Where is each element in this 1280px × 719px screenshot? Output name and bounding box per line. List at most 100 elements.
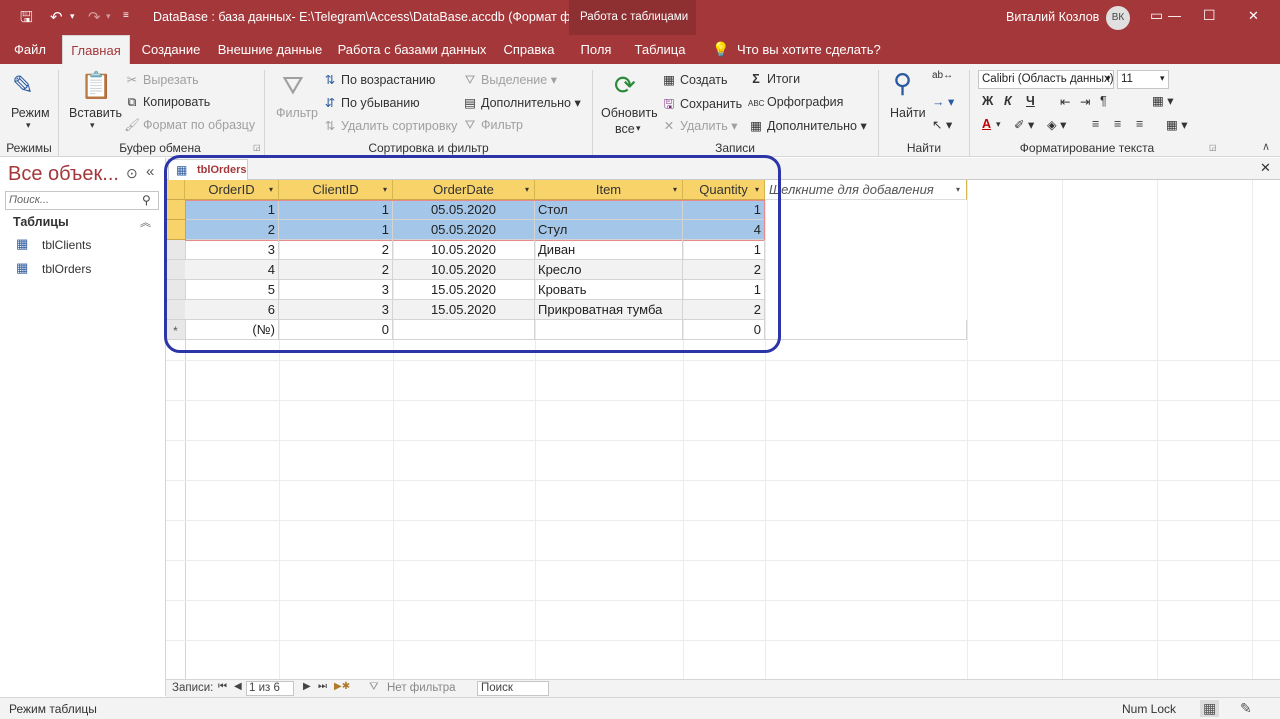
bold-button[interactable]: Ж bbox=[982, 94, 993, 108]
new-record-button[interactable]: ▦ Создать bbox=[661, 72, 727, 87]
new-record-nav-icon[interactable]: ▶✱ bbox=[334, 681, 350, 692]
align-left-icon[interactable]: ≡ bbox=[1092, 117, 1099, 131]
undo-icon[interactable]: ↶ bbox=[50, 0, 63, 35]
view-button[interactable]: Режим bbox=[11, 106, 50, 120]
search-icon[interactable]: ⚲ bbox=[142, 193, 151, 207]
close-button[interactable]: ✕ bbox=[1248, 8, 1259, 24]
tab-fields[interactable]: Поля bbox=[572, 35, 620, 64]
highlight-icon[interactable]: ✐ ▾ bbox=[1014, 117, 1034, 132]
table-cell[interactable] bbox=[765, 320, 967, 340]
record-position-input[interactable]: 1 из 6 bbox=[246, 681, 294, 696]
nav-pane-title[interactable]: Все объек... bbox=[8, 163, 119, 186]
ribbon-options-icon[interactable]: ▭ bbox=[1150, 7, 1163, 24]
tab-create[interactable]: Создание bbox=[136, 35, 206, 64]
save-icon[interactable]: 🖫 bbox=[20, 0, 33, 35]
format-painter-button: 🖌 Формат по образцу bbox=[124, 118, 255, 133]
format-painter-label: Формат по образцу bbox=[143, 118, 256, 132]
no-filter-button[interactable]: Нет фильтра bbox=[387, 682, 456, 694]
dialog-launcher-icon[interactable]: ◲ bbox=[1209, 143, 1217, 152]
add-column-header[interactable]: Щелкните для добавления ▾ bbox=[765, 180, 967, 200]
fill-color-icon[interactable]: ◈ ▾ bbox=[1047, 117, 1066, 132]
copy-label: Копировать bbox=[143, 95, 211, 109]
undo-dropdown-icon[interactable]: ▾ bbox=[70, 11, 75, 22]
save-record-button[interactable]: 🖫 Сохранить bbox=[661, 95, 742, 116]
nav-item-tblorders[interactable]: ▦ tblOrders bbox=[0, 258, 165, 280]
record-search-input[interactable]: Поиск bbox=[477, 681, 549, 696]
collapse-ribbon-icon[interactable]: ∧ bbox=[1262, 140, 1270, 153]
totals-button[interactable]: Σ Итоги bbox=[748, 72, 800, 86]
font-color-icon[interactable]: A bbox=[982, 117, 991, 131]
minimize-button[interactable]: — bbox=[1168, 8, 1181, 23]
datasheet-view-icon[interactable]: ✎ bbox=[12, 70, 34, 101]
tab-external-data[interactable]: Внешние данные bbox=[214, 35, 326, 64]
close-document-icon[interactable]: ✕ bbox=[1260, 160, 1271, 176]
lightbulb-icon: 💡 bbox=[712, 41, 730, 57]
customize-qat-icon[interactable]: ≡ bbox=[123, 10, 129, 21]
tab-table[interactable]: Таблица bbox=[628, 35, 692, 64]
spelling-button[interactable]: ABC Орфография bbox=[748, 95, 843, 109]
first-record-icon[interactable]: ⏮ bbox=[218, 681, 227, 692]
goto-icon[interactable]: → ▾ bbox=[932, 94, 954, 109]
advanced-filter-button[interactable]: ▤ Дополнительно ▾ bbox=[462, 95, 581, 110]
selection-label: Выделение bbox=[481, 73, 548, 87]
select-icon[interactable]: ↖ ▾ bbox=[932, 117, 952, 132]
refresh-dropdown-icon[interactable]: ▾ bbox=[636, 123, 641, 134]
sort-ascending-button[interactable]: ⇅ По возрастанию bbox=[322, 72, 436, 87]
more-records-button[interactable]: ▦ Дополнительно ▾ bbox=[748, 118, 867, 133]
paste-button[interactable]: Вставить bbox=[69, 106, 122, 120]
design-view-icon[interactable]: ✎ bbox=[1240, 700, 1252, 717]
nav-menu-icon[interactable]: ⊙ bbox=[126, 165, 138, 182]
tab-database-tools[interactable]: Работа с базами данных bbox=[334, 35, 490, 64]
indent-decrease-icon[interactable]: ⇤ bbox=[1060, 94, 1070, 109]
dialog-launcher-icon[interactable]: ◲ bbox=[253, 143, 261, 152]
refresh-all-label[interactable]: все bbox=[615, 122, 635, 136]
tab-home[interactable]: Главная bbox=[62, 35, 130, 65]
underline-button[interactable]: Ч bbox=[1026, 94, 1035, 108]
gridline bbox=[1252, 180, 1253, 680]
gridline bbox=[166, 480, 1280, 481]
highlight-annotation bbox=[164, 155, 781, 353]
find-button[interactable]: Найти bbox=[890, 106, 926, 120]
nav-search-input[interactable]: Поиск... ⚲ bbox=[5, 191, 159, 210]
user-name[interactable]: Виталий Козлов bbox=[1006, 10, 1099, 24]
align-right-icon[interactable]: ≡ bbox=[1136, 117, 1143, 131]
align-center-icon[interactable]: ≡ bbox=[1114, 117, 1121, 131]
nav-section-tables[interactable]: Таблицы bbox=[13, 215, 69, 229]
num-lock-indicator: Num Lock bbox=[1122, 702, 1177, 716]
section-collapse-icon[interactable]: ︽ bbox=[140, 214, 151, 230]
paragraph-icon[interactable]: ¶ bbox=[1100, 94, 1107, 108]
font-size-dropdown-icon[interactable]: ▾ bbox=[1160, 73, 1165, 84]
avatar[interactable]: ВК bbox=[1106, 6, 1130, 30]
tell-me-input[interactable]: Что вы хотите сделать? bbox=[737, 42, 881, 57]
next-record-icon[interactable]: ▶ bbox=[303, 681, 311, 692]
nav-item-label: tblClients bbox=[42, 238, 92, 252]
font-name-select[interactable]: Calibri (Область данных) bbox=[978, 70, 1114, 89]
more-records-label: Дополнительно bbox=[767, 119, 857, 133]
find-icon[interactable]: ⚲ bbox=[893, 68, 912, 99]
indent-increase-icon[interactable]: ⇥ bbox=[1080, 94, 1090, 109]
maximize-button[interactable]: ☐ bbox=[1203, 7, 1216, 24]
alternate-row-color-icon[interactable]: ▦ ▾ bbox=[1166, 117, 1188, 132]
tab-file[interactable]: Файл bbox=[5, 35, 55, 64]
font-name-dropdown-icon[interactable]: ▾ bbox=[1106, 73, 1111, 84]
italic-button[interactable]: К bbox=[1004, 94, 1012, 108]
previous-record-icon[interactable]: ◀ bbox=[234, 681, 242, 692]
sort-descending-button[interactable]: ⇵ По убыванию bbox=[322, 95, 420, 110]
datasheet-view-icon[interactable]: ▦ bbox=[1200, 700, 1220, 717]
tab-help[interactable]: Справка bbox=[497, 35, 561, 64]
collapse-nav-icon[interactable]: « bbox=[146, 163, 154, 180]
gridlines-icon[interactable]: ▦ ▾ bbox=[1152, 93, 1174, 108]
copy-button[interactable]: ⧉ Копировать bbox=[124, 95, 211, 110]
refresh-icon[interactable]: ⟳ bbox=[614, 70, 636, 101]
paste-icon[interactable]: 📋 bbox=[80, 70, 112, 101]
refresh-all-button[interactable]: Обновить bbox=[601, 106, 658, 120]
last-record-icon[interactable]: ⏭ bbox=[318, 681, 327, 692]
view-dropdown-icon[interactable]: ▾ bbox=[26, 120, 31, 131]
record-position-value: 1 из 6 bbox=[249, 682, 280, 694]
replace-icon[interactable]: ab↔ bbox=[932, 70, 953, 81]
nav-item-tblclients[interactable]: ▦ tblClients bbox=[0, 234, 165, 256]
font-color-dropdown-icon[interactable]: ▾ bbox=[996, 119, 1001, 130]
paste-dropdown-icon[interactable]: ▾ bbox=[90, 120, 95, 131]
column-dropdown-icon[interactable]: ▾ bbox=[956, 180, 960, 200]
gridline bbox=[967, 180, 968, 680]
